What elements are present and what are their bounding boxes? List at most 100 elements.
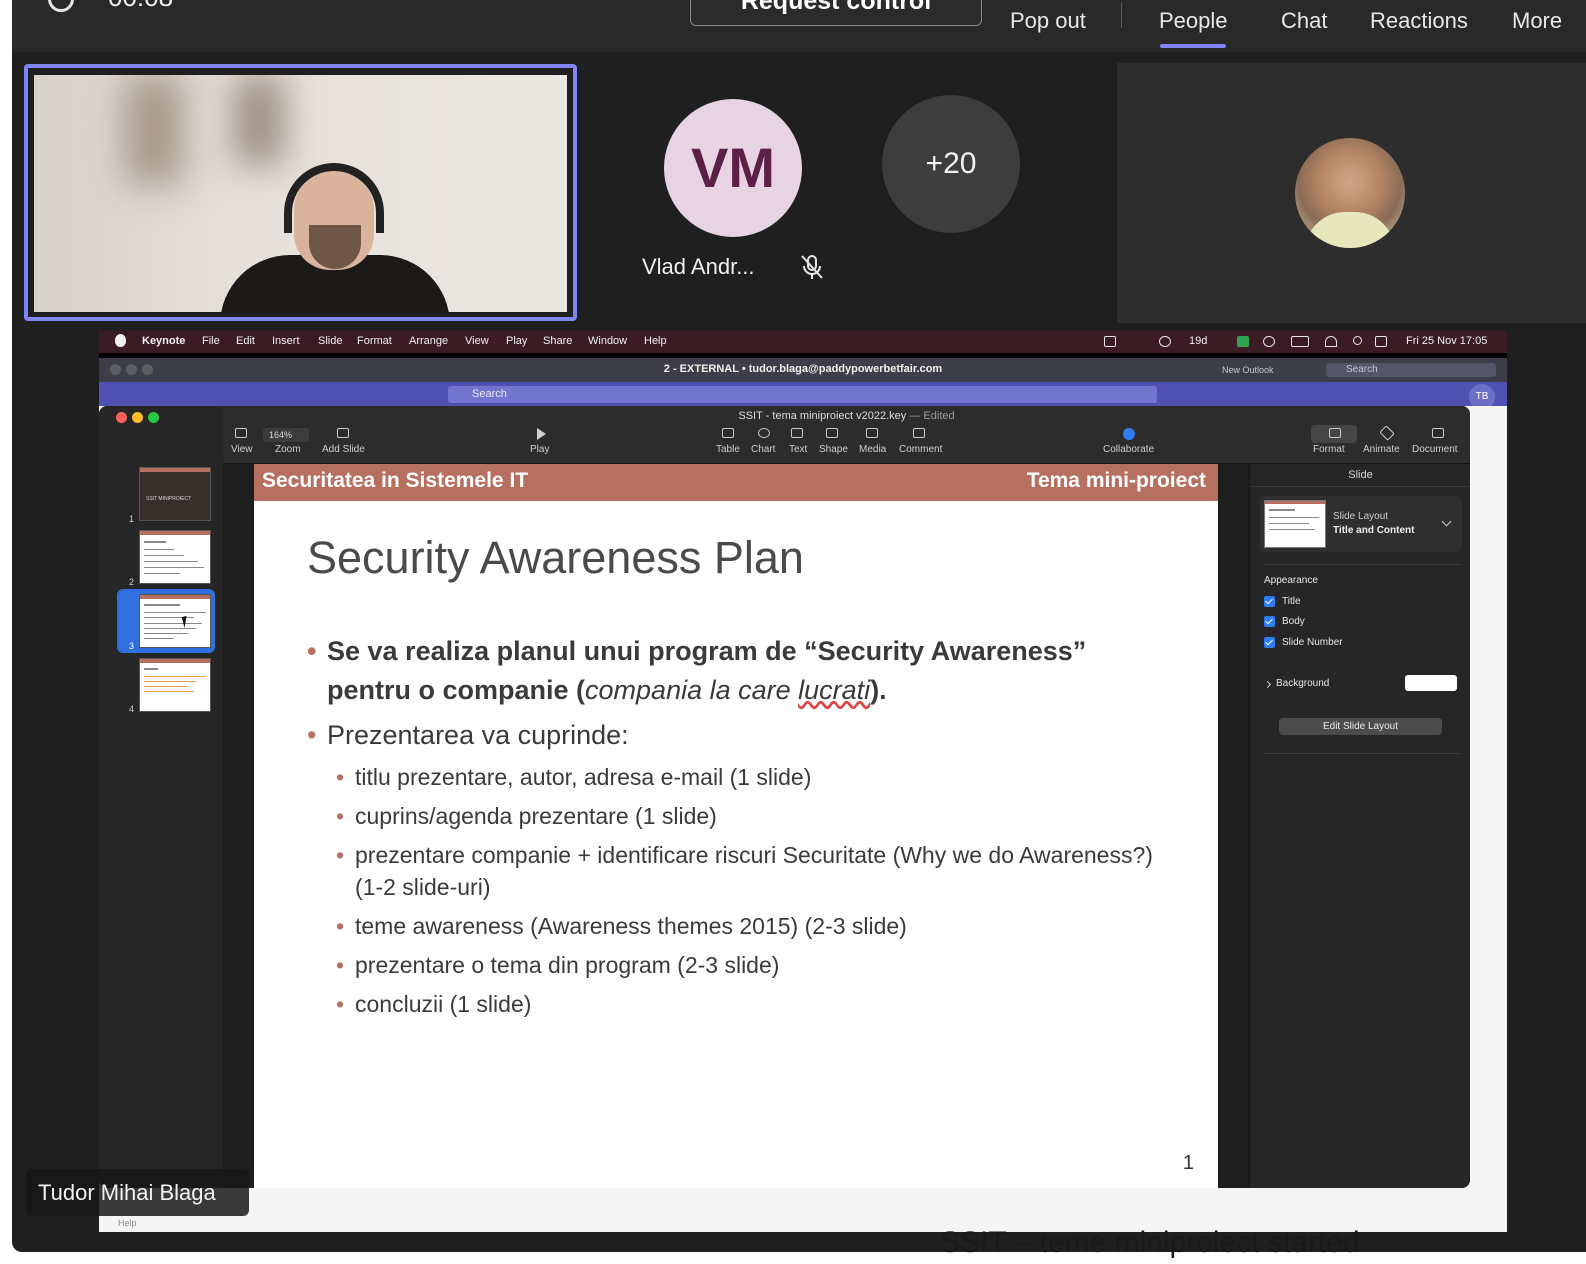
slide-number-checkbox[interactable]	[1264, 637, 1275, 648]
request-control-button[interactable]: Request control	[690, 0, 982, 26]
apple-icon[interactable]	[115, 334, 126, 347]
outlook-search-input[interactable]: Search	[448, 386, 1157, 403]
play-button[interactable]: Play	[530, 444, 549, 455]
slide-canvas[interactable]: Securitatea in Sistemele IT Tema mini-pr…	[254, 464, 1218, 1188]
play-status-icon[interactable]	[1263, 336, 1275, 347]
pop-out-button[interactable]: Pop out	[1010, 8, 1086, 34]
more-participants-count[interactable]: +20	[882, 95, 1020, 233]
menu-format[interactable]: Format	[357, 335, 392, 347]
view-button[interactable]: View	[231, 444, 253, 455]
animate-button[interactable]: Animate	[1363, 444, 1400, 455]
comment-button[interactable]: Comment	[899, 444, 942, 455]
menu-play[interactable]: Play	[506, 335, 527, 347]
thumb-line	[144, 567, 204, 568]
chart-button[interactable]: Chart	[751, 444, 775, 455]
format-button[interactable]: Format	[1313, 444, 1345, 455]
thumb-line	[1269, 529, 1315, 530]
media-icon[interactable]	[866, 428, 878, 438]
sub-bullet: teme awareness (Awareness themes 2015) (…	[336, 910, 1177, 942]
document-icon[interactable]	[1432, 428, 1444, 438]
video-background	[234, 75, 284, 165]
chevron-right-icon[interactable]	[1263, 680, 1272, 689]
zoom-select[interactable]: 164%	[263, 428, 309, 442]
table-icon[interactable]	[722, 428, 734, 438]
keynote-minimize-icon[interactable]	[132, 412, 143, 423]
collaborate-button[interactable]: Collaborate	[1103, 444, 1154, 455]
menu-view[interactable]: View	[465, 335, 489, 347]
body-checkbox[interactable]	[1264, 616, 1275, 627]
new-outlook-toggle[interactable]: New Outlook	[1222, 365, 1274, 375]
slide-header-topic: Tema mini-proiect	[1026, 469, 1206, 492]
participant-avatar-vm[interactable]: VM	[664, 99, 802, 237]
edit-slide-layout-button[interactable]: Edit Slide Layout	[1279, 718, 1442, 735]
menu-help[interactable]: Help	[644, 335, 667, 347]
add-slide-button[interactable]: Add Slide	[322, 444, 365, 455]
document-name: SSIT - tema miniproiect v2022.key	[738, 410, 907, 422]
search-icon[interactable]	[1353, 336, 1362, 345]
shape-icon[interactable]	[826, 428, 838, 438]
slide-thumbnail-1[interactable]: SSIT MINIPROIECT	[139, 467, 211, 521]
menu-window[interactable]: Window	[588, 335, 627, 347]
slide-thumbnail-3[interactable]	[139, 594, 211, 648]
wifi-icon[interactable]	[1325, 336, 1337, 347]
menu-file[interactable]: File	[202, 335, 220, 347]
record-icon[interactable]	[1104, 336, 1116, 347]
thumb-line	[144, 633, 188, 634]
bullet-main-1: Se va realiza planul unui program de “Se…	[307, 632, 1177, 710]
animate-icon[interactable]	[1379, 425, 1395, 441]
app-status-icon[interactable]	[1237, 336, 1249, 347]
more-button[interactable]: More	[1512, 8, 1562, 34]
slide-layout-select[interactable]: Slide Layout Title and Content	[1260, 496, 1462, 552]
format-icon[interactable]	[1329, 428, 1341, 438]
thumb-line	[144, 561, 198, 562]
collaborate-icon[interactable]	[1123, 428, 1135, 440]
text-icon[interactable]	[791, 428, 803, 438]
spellcheck-word: lucrati	[798, 675, 871, 705]
thumb-line	[144, 541, 166, 543]
add-slide-icon[interactable]	[337, 428, 349, 438]
shape-button[interactable]: Shape	[819, 444, 848, 455]
menu-insert[interactable]: Insert	[272, 335, 300, 347]
menu-slide[interactable]: Slide	[318, 335, 342, 347]
slide-thumbnail-4[interactable]	[139, 658, 211, 712]
text-button[interactable]: Text	[789, 444, 807, 455]
bullet-main-2: Prezentarea va cuprinde:	[307, 716, 1177, 755]
divider	[1250, 486, 1470, 487]
slide-title[interactable]: Security Awareness Plan	[307, 532, 804, 584]
document-state: — Edited	[909, 410, 955, 422]
keynote-zoom-icon[interactable]	[148, 412, 159, 423]
battery-icon[interactable]	[1291, 336, 1309, 347]
menu-edit[interactable]: Edit	[236, 335, 255, 347]
slide-thumbnail-2[interactable]	[139, 530, 211, 584]
slide-body[interactable]: Se va realiza planul unui program de “Se…	[307, 632, 1177, 1027]
background-label[interactable]: Background	[1276, 678, 1329, 689]
reactions-button[interactable]: Reactions	[1370, 8, 1468, 34]
slide-number-3: 3	[129, 641, 135, 651]
comment-icon[interactable]	[913, 428, 925, 438]
view-icon[interactable]	[235, 428, 247, 438]
people-button[interactable]: People	[1159, 8, 1228, 34]
active-speaker-tile[interactable]	[24, 64, 577, 321]
chat-button[interactable]: Chat	[1281, 8, 1327, 34]
control-center-icon[interactable]	[1375, 336, 1387, 347]
title-checkbox[interactable]	[1264, 596, 1275, 607]
divider	[1264, 753, 1460, 754]
menu-share[interactable]: Share	[543, 335, 572, 347]
table-button[interactable]: Table	[716, 444, 740, 455]
document-button[interactable]: Document	[1412, 444, 1458, 455]
chevron-down-icon[interactable]	[1441, 516, 1452, 527]
menu-app-name[interactable]: Keynote	[142, 335, 185, 347]
media-button[interactable]: Media	[859, 444, 886, 455]
play-icon[interactable]	[537, 428, 546, 440]
globe-icon[interactable]	[1159, 336, 1171, 347]
help-label[interactable]: Help	[118, 1218, 137, 1228]
video-background	[124, 75, 184, 185]
chart-icon[interactable]	[758, 428, 770, 438]
menu-arrange[interactable]: Arrange	[409, 335, 448, 347]
participant-tile[interactable]	[1117, 63, 1586, 323]
keynote-close-icon[interactable]	[116, 412, 127, 423]
background-color-well[interactable]	[1405, 675, 1457, 691]
outlook-search-small[interactable]: Search	[1326, 363, 1496, 377]
slide-navigator: SSIT MINIPROIECT 1 2 3 4	[99, 406, 223, 1188]
sub-bullet: prezentare companie + identificare riscu…	[336, 839, 1177, 903]
